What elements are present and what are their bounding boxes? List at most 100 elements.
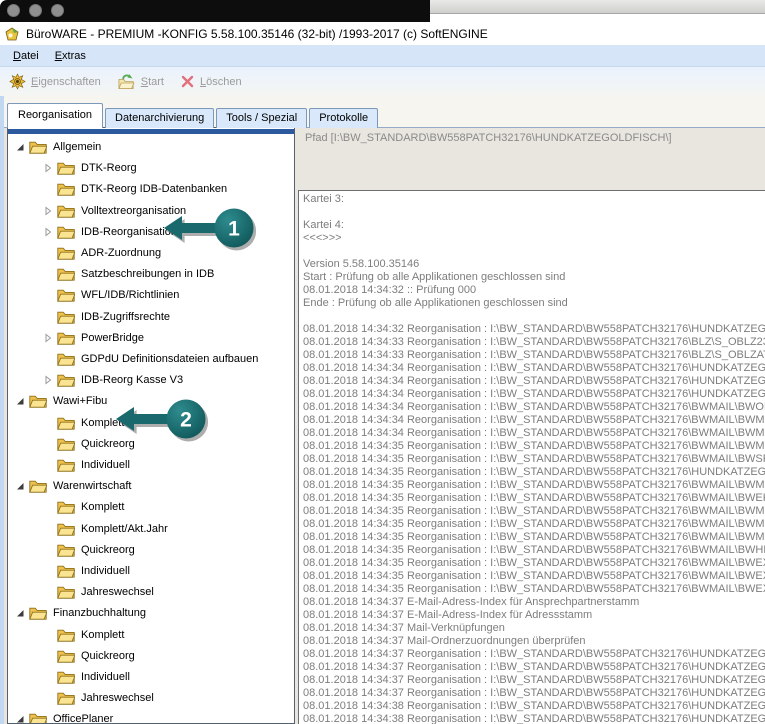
tree-item-label: WFL/IDB/Richtlinien (81, 289, 179, 301)
toolbar-button-label: Eigenschaften (31, 76, 101, 88)
callout-number: 2 (180, 409, 192, 432)
menu-bar: Datei Extras (0, 45, 765, 67)
log-line (303, 206, 765, 219)
expander-expanded-icon[interactable] (13, 713, 26, 724)
tab-reorganisation[interactable]: Reorganisation (7, 103, 103, 128)
tree-item-label: Jahreswechsel (81, 586, 154, 598)
expander-collapsed-icon[interactable] (41, 374, 54, 387)
expander-placeholder (41, 459, 54, 472)
tree-item-dtk-reorg[interactable]: DTK-Reorg (9, 158, 293, 178)
expander-expanded-icon[interactable] (13, 607, 26, 620)
expander-collapsed-icon[interactable] (41, 331, 54, 344)
expander-placeholder (41, 183, 54, 196)
tree-item-powerbridge[interactable]: PowerBridge (9, 328, 293, 348)
tree-item-label: Allgemein (53, 141, 101, 153)
tree-item-quickreorg[interactable]: Quickreorg (9, 540, 293, 560)
expander-placeholder (41, 247, 54, 260)
expander-placeholder (41, 353, 54, 366)
log-line: 08.01.2018 14:34:32 :: Prüfung 000 (303, 284, 765, 297)
log-line: <<<>>> (303, 232, 765, 245)
tree-item-label: DTK-Reorg (81, 162, 137, 174)
tree-item-gdpdu-definitionsdateien-aufbauen[interactable]: GDPdU Definitionsdateien aufbauen (9, 349, 293, 369)
expander-placeholder (41, 310, 54, 323)
expander-placeholder (41, 289, 54, 302)
log-line: 08.01.2018 14:34:34 Reorganisation : I:\… (303, 414, 765, 427)
log-line: 08.01.2018 14:34:35 Reorganisation : I:\… (303, 492, 765, 505)
tree-item-officeplaner[interactable]: OfficePlaner (9, 709, 293, 724)
expander-expanded-icon[interactable] (13, 141, 26, 154)
toolbar-button-eigenschaften[interactable]: Eigenschaften (9, 73, 101, 90)
log-line: 08.01.2018 14:34:37 Mail-Verknüpfungen (303, 622, 765, 635)
log-line: 08.01.2018 14:34:34 Reorganisation : I:\… (303, 388, 765, 401)
expander-expanded-icon[interactable] (13, 480, 26, 493)
tree-item-label: Quickreorg (81, 544, 135, 556)
tree-item-label: Komplett (81, 629, 124, 641)
log-line: 08.01.2018 14:34:37 E-Mail-Adress-Index … (303, 596, 765, 609)
tree-item-quickreorg[interactable]: Quickreorg (9, 646, 293, 666)
tree-item-warenwirtschaft[interactable]: Warenwirtschaft (9, 476, 293, 496)
tab-protokolle[interactable]: Protokolle (309, 108, 378, 128)
log-line: 08.01.2018 14:34:35 Reorganisation : I:\… (303, 544, 765, 557)
tree-item-jahreswechsel[interactable]: Jahreswechsel (9, 688, 293, 708)
window-control-button[interactable] (7, 4, 20, 17)
log-line: 08.01.2018 14:34:34 Reorganisation : I:\… (303, 401, 765, 414)
tree-item-komplett-akt-jahr[interactable]: Komplett/Akt.Jahr (9, 519, 293, 539)
log-line: 08.01.2018 14:34:35 Reorganisation : I:\… (303, 518, 765, 531)
expander-placeholder (41, 649, 54, 662)
window-control-button[interactable] (51, 4, 64, 17)
tree-item-finanzbuchhaltung[interactable]: Finanzbuchhaltung (9, 603, 293, 623)
log-line: 08.01.2018 14:34:35 Reorganisation : I:\… (303, 479, 765, 492)
menu-item-extras[interactable]: Extras (50, 48, 91, 64)
folder-icon (57, 585, 75, 599)
tree-item-idb-zugriffsrechte[interactable]: IDB-Zugriffsrechte (9, 307, 293, 327)
tree-item-individuell[interactable]: Individuell (9, 667, 293, 687)
menu-item-datei[interactable]: Datei (8, 48, 44, 64)
tree-item-label: Individuell (81, 671, 130, 683)
folder-icon (57, 670, 75, 684)
log-output[interactable]: Kartei 3:Kartei 4:<<<>>>Version 5.58.100… (298, 190, 765, 724)
tree-item-wfl-idb-richtlinien[interactable]: WFL/IDB/Richtlinien (9, 285, 293, 305)
toolbar-button-label: Löschen (200, 76, 242, 88)
app-window: BüroWARE - PREMIUM -KONFIG 5.58.100.3514… (0, 0, 765, 724)
tree-item-dtk-reorg-idb-datenbanken[interactable]: DTK-Reorg IDB-Datenbanken (9, 179, 293, 199)
callout-arrow-icon (164, 216, 220, 240)
tree-item-label: ADR-Zuordnung (81, 247, 161, 259)
tree-item-individuell[interactable]: Individuell (9, 455, 293, 475)
tab-tools-spezial[interactable]: Tools / Spezial (216, 108, 307, 128)
toolbar-button-start[interactable]: Start (117, 73, 164, 90)
tree-item-label: Individuell (81, 459, 130, 471)
log-line: 08.01.2018 14:34:32 Reorganisation : I:\… (303, 323, 765, 336)
expander-placeholder (41, 522, 54, 535)
log-line: Ende : Prüfung ob alle Applikationen ges… (303, 297, 765, 310)
folder-icon (57, 500, 75, 514)
tree-item-allgemein[interactable]: Allgemein (9, 137, 293, 157)
expander-placeholder (41, 437, 54, 450)
expander-expanded-icon[interactable] (13, 395, 26, 408)
tree-item-komplett[interactable]: Komplett (9, 625, 293, 645)
callout-badge-2: 2 (112, 395, 216, 447)
window-control-button[interactable] (29, 4, 42, 17)
folder-icon (57, 267, 75, 281)
folder-icon (57, 649, 75, 663)
log-line: 08.01.2018 14:34:35 Reorganisation : I:\… (303, 505, 765, 518)
tree-item-idb-reorg-kasse-v3[interactable]: IDB-Reorg Kasse V3 (9, 370, 293, 390)
window-title: BüroWARE - PREMIUM -KONFIG 5.58.100.3514… (26, 27, 488, 41)
expander-collapsed-icon[interactable] (41, 162, 54, 175)
toolbar-button-löschen[interactable]: Löschen (180, 74, 242, 89)
tree-item-individuell[interactable]: Individuell (9, 561, 293, 581)
log-line: Start : Prüfung ob alle Applikationen ge… (303, 271, 765, 284)
expander-collapsed-icon[interactable] (41, 204, 54, 217)
tree-item-satzbeschreibungen-in-idb[interactable]: Satzbeschreibungen in IDB (9, 264, 293, 284)
folder-icon (57, 373, 75, 387)
title-bar: BüroWARE - PREMIUM -KONFIG 5.58.100.3514… (0, 22, 765, 45)
tab-datenarchivierung[interactable]: Datenarchivierung (105, 108, 214, 128)
log-line: Kartei 3: (303, 193, 765, 206)
folder-icon (57, 628, 75, 642)
log-line: 08.01.2018 14:34:34 Reorganisation : I:\… (303, 375, 765, 388)
folder-icon (57, 352, 75, 366)
tree-item-jahreswechsel[interactable]: Jahreswechsel (9, 582, 293, 602)
tree-item-komplett[interactable]: Komplett (9, 497, 293, 517)
expander-collapsed-icon[interactable] (41, 225, 54, 238)
folder-icon (29, 140, 47, 154)
folder-icon (57, 310, 75, 324)
